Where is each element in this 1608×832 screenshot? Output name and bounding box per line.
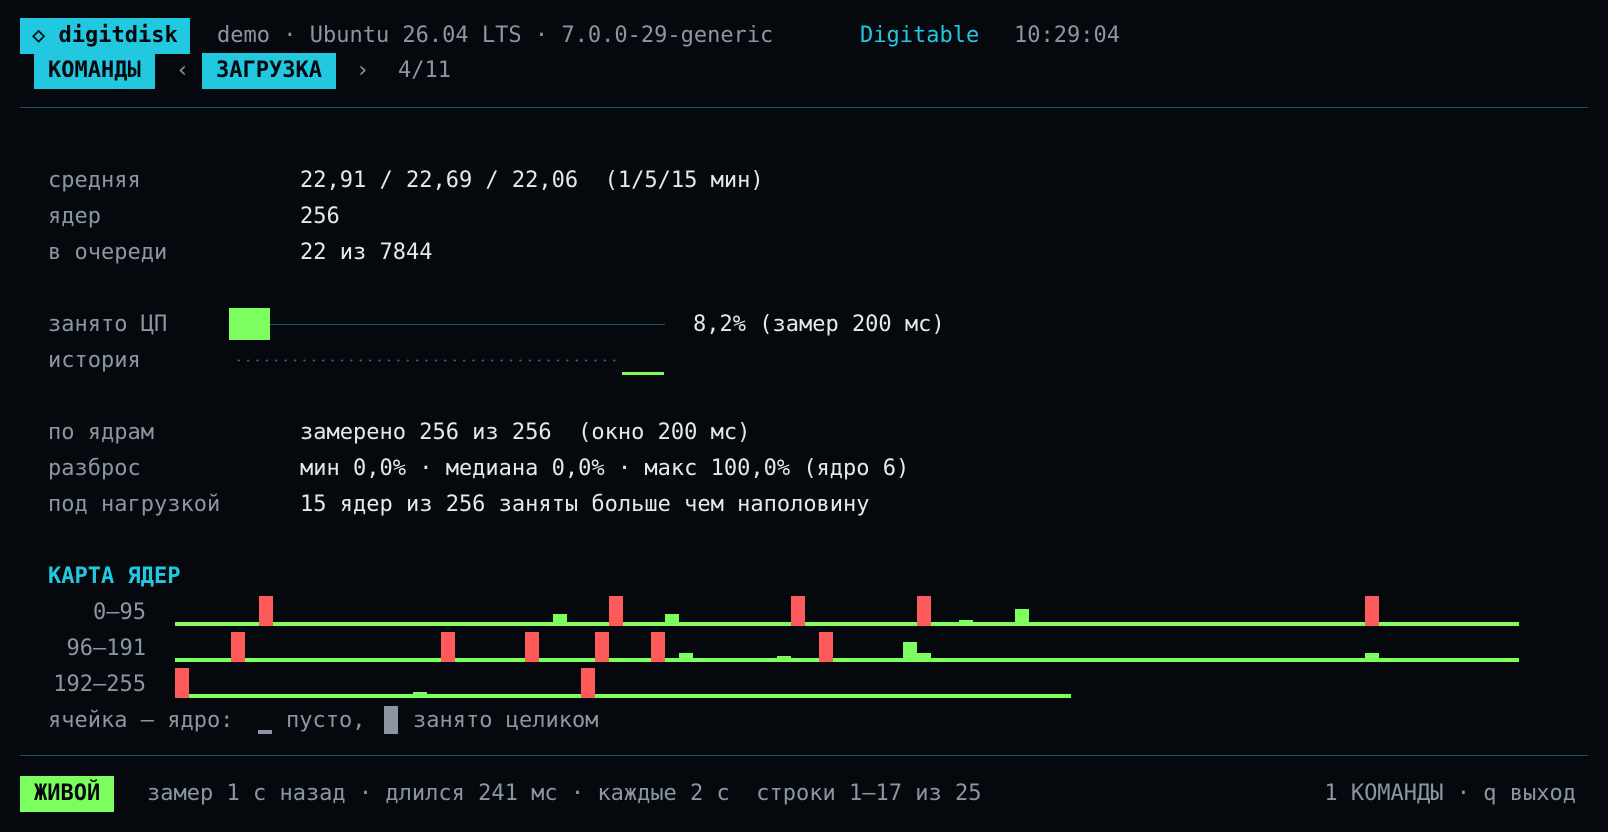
core-cell-56 xyxy=(959,620,973,626)
core-cell-181 xyxy=(1365,653,1379,662)
coremap-row-baseline-2 xyxy=(175,694,1071,698)
core-cell-209 xyxy=(413,692,427,698)
core-cell-100 xyxy=(231,632,245,662)
coremap-row-baseline-0 xyxy=(175,622,1519,626)
core-cell-148 xyxy=(903,642,917,662)
core-cell-139 xyxy=(777,656,791,662)
core-cell-35 xyxy=(665,614,679,626)
core-cell-149 xyxy=(917,653,931,662)
tab-load[interactable]: ЗАГРУЗКА xyxy=(202,53,336,89)
prev-tab-arrow[interactable]: ‹ xyxy=(176,53,189,89)
cores-value: 256 xyxy=(300,204,340,229)
cores-label: ядер xyxy=(48,204,101,229)
cpu-busy-label: занято ЦП xyxy=(48,312,168,337)
history-dots xyxy=(234,359,622,362)
avg-label: средняя xyxy=(48,168,141,193)
core-cell-115 xyxy=(441,632,455,662)
core-cell-142 xyxy=(819,632,833,662)
live-badge: ЖИВОЙ xyxy=(20,776,115,812)
core-cell-60 xyxy=(1015,609,1029,626)
core-cell-85 xyxy=(1365,596,1379,626)
tab-commands[interactable]: КОМАНДЫ xyxy=(34,53,155,89)
core-cell-31 xyxy=(609,596,623,626)
cpu-busy-fill xyxy=(229,308,270,340)
legend-full-label: занято целиком xyxy=(413,708,599,733)
core-cell-221 xyxy=(581,668,595,698)
coremap-title: КАРТА ЯДЕР xyxy=(48,564,181,589)
coremap-row-baseline-1 xyxy=(175,658,1519,662)
core-cell-192 xyxy=(175,668,189,698)
core-cell-27 xyxy=(553,614,567,626)
core-cell-132 xyxy=(679,653,693,662)
next-tab-arrow[interactable]: › xyxy=(356,53,369,89)
clock: 10:29:04 xyxy=(1014,23,1120,48)
coremap-row-label-2: 192–255 xyxy=(53,672,146,697)
legend-empty-swatch xyxy=(258,730,272,734)
loaded-value: 15 ядер из 256 заняты больше чем наполов… xyxy=(300,492,870,517)
loaded-label: под нагрузкой xyxy=(48,492,221,517)
spread-label: разброс xyxy=(48,456,141,481)
core-cell-121 xyxy=(525,632,539,662)
legend-prefix: ячейка — ядро: xyxy=(48,708,234,733)
history-label: история xyxy=(48,348,141,373)
queue-label: в очереди xyxy=(48,240,168,265)
queue-value: 22 из 7844 xyxy=(300,240,433,265)
spread-value: мин 0,0% · медиана 0,0% · макс 100,0% (я… xyxy=(300,456,910,481)
core-cell-6 xyxy=(259,596,273,626)
legend-empty-label: пусто, xyxy=(286,708,366,733)
host-info: demo · Ubuntu 26.04 LTS · 7.0.0-29-gener… xyxy=(217,23,774,48)
avg-value: 22,91 / 22,69 / 22,06 (1/5/15 мин) xyxy=(300,168,764,193)
coremap-row-label-1: 96–191 xyxy=(66,636,146,661)
coremap-chart xyxy=(175,596,1519,698)
history-latest-sample xyxy=(622,372,664,375)
app-badge: ◇ digitdisk xyxy=(20,18,190,54)
core-cell-130 xyxy=(651,632,665,662)
footer-divider xyxy=(20,755,1588,756)
header-divider xyxy=(20,107,1588,108)
legend-full-swatch xyxy=(384,706,398,734)
status-text: замер 1 с назад · длился 241 мс · каждые… xyxy=(147,781,982,806)
percore-label: по ядрам xyxy=(48,420,154,445)
percore-value: замерено 256 из 256 (окно 200 мс) xyxy=(300,420,751,445)
core-cell-44 xyxy=(791,596,805,626)
cpu-busy-value: 8,2% (замер 200 мс) xyxy=(693,312,945,337)
theme-name: Digitable xyxy=(860,23,980,48)
core-cell-126 xyxy=(595,632,609,662)
footer-hints: 1 КОМАНДЫ · q выход xyxy=(1324,781,1576,806)
page-indicator: 4/11 xyxy=(398,58,451,83)
coremap-row-label-0: 0–95 xyxy=(93,600,146,625)
cpu-busy-bar xyxy=(229,324,665,325)
core-cell-53 xyxy=(917,596,931,626)
